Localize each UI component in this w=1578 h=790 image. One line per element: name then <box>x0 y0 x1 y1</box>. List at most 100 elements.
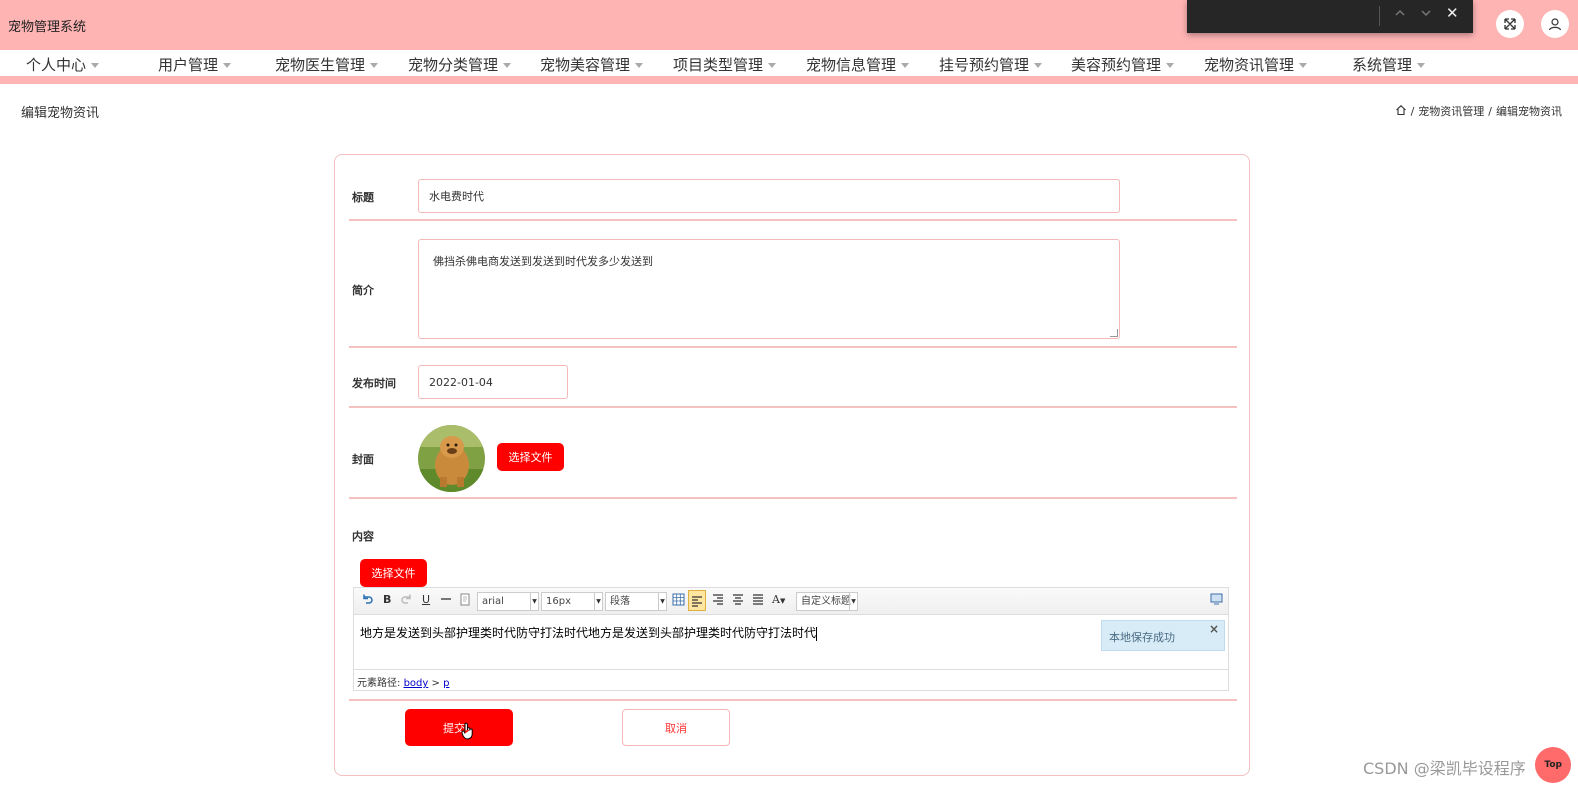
content-label: 内容 <box>352 530 374 543</box>
cover-choose-file-button[interactable]: 选择文件 <box>497 443 564 471</box>
nav-item-pet-info[interactable]: 宠物信息管理 <box>806 54 910 75</box>
horizontal-rule-icon[interactable] <box>440 593 452 608</box>
nav-item-personal-center[interactable]: 个人中心 <box>26 54 100 75</box>
nav-label: 用户管理 <box>158 56 219 74</box>
watermark: CSDN @梁凯毕设程序 <box>1363 759 1526 778</box>
caret-down-icon <box>1166 63 1175 68</box>
fullscreen-icon[interactable] <box>1210 593 1223 608</box>
home-icon[interactable] <box>1395 104 1407 119</box>
path-p-link[interactable]: p <box>443 678 449 689</box>
breadcrumb-sep: / <box>1488 104 1492 118</box>
bold-icon[interactable]: B <box>383 593 391 606</box>
save-notice: 本地保存成功 × <box>1101 620 1225 651</box>
publish-date-label: 发布时间 <box>352 377 396 390</box>
nav-item-user-management[interactable]: 用户管理 <box>158 54 232 75</box>
nav-item-pet-grooming[interactable]: 宠物美容管理 <box>540 54 644 75</box>
fullscreen-icon[interactable] <box>1496 10 1524 38</box>
editor-text: 地方是发送到头部护理类时代防守打法时代地方是发送到头部护理类时代防守打法时代 <box>360 626 817 640</box>
cover-image <box>418 425 485 492</box>
chevron-down-icon[interactable] <box>1420 7 1432 22</box>
edit-form-card: 标题 水电费时代 简介 佛挡杀佛电商发送到发送到时代发多少发送到 发布时间 20… <box>334 154 1250 776</box>
nav-label: 美容预约管理 <box>1071 56 1162 74</box>
content-choose-file-button[interactable]: 选择文件 <box>360 559 427 587</box>
breadcrumb-item-current: 编辑宠物资讯 <box>1496 105 1562 118</box>
caret-down-icon <box>370 63 379 68</box>
caret-down-icon: ▼ <box>594 593 602 610</box>
caret-down-icon <box>1299 63 1308 68</box>
publish-date-input[interactable]: 2022-01-04 <box>418 365 568 399</box>
path-label: 元素路径: <box>357 678 401 689</box>
editor-content[interactable]: 地方是发送到头部护理类时代防守打法时代地方是发送到头部护理类时代防守打法时代 <box>354 616 1228 667</box>
caret-down-icon: ▼ <box>779 597 786 605</box>
top-header: 宠物管理系统 ✕ <box>0 0 1578 50</box>
justify-icon[interactable] <box>752 593 764 608</box>
undo-icon[interactable] <box>361 593 373 608</box>
nav-divider <box>0 76 1578 84</box>
custom-title-value: 自定义标题 <box>801 596 851 607</box>
paragraph-select[interactable]: 段落 ▼ <box>605 592 667 611</box>
caret-down-icon: ▼ <box>849 593 857 610</box>
chevron-up-icon[interactable] <box>1394 7 1406 22</box>
nav-label: 挂号预约管理 <box>939 56 1030 74</box>
divider <box>349 219 1237 221</box>
caret-down-icon: ▼ <box>530 593 538 610</box>
caret-down-icon <box>901 63 910 68</box>
table-icon[interactable] <box>672 593 685 609</box>
paste-icon[interactable] <box>459 593 471 609</box>
element-path-bar: 元素路径: body > p <box>354 669 1228 690</box>
custom-title-select[interactable]: 自定义标题 ▼ <box>796 592 858 611</box>
user-icon[interactable] <box>1541 10 1569 38</box>
underline-icon[interactable]: U <box>422 593 430 606</box>
font-color-glyph: A <box>772 593 780 606</box>
nav-item-pet-news[interactable]: 宠物资讯管理 <box>1204 54 1308 75</box>
font-size-value: 16px <box>546 596 571 607</box>
nav-item-grooming-booking[interactable]: 美容预约管理 <box>1071 54 1175 75</box>
divider <box>1379 6 1380 26</box>
breadcrumb-item-news[interactable]: 宠物资讯管理 <box>1418 103 1484 119</box>
cancel-button[interactable]: 取消 <box>622 709 730 746</box>
nav-item-pet-doctor[interactable]: 宠物医生管理 <box>275 54 379 75</box>
divider <box>349 406 1237 408</box>
nav-label: 宠物分类管理 <box>408 56 499 74</box>
summary-label: 简介 <box>352 284 374 297</box>
align-left-icon[interactable] <box>688 590 706 611</box>
submit-button[interactable]: 提交 <box>405 709 513 746</box>
caret-down-icon <box>1034 63 1043 68</box>
nav-label: 宠物美容管理 <box>540 56 631 74</box>
breadcrumb-sep: / <box>1410 104 1415 118</box>
title-label: 标题 <box>352 191 374 204</box>
nav-item-system[interactable]: 系统管理 <box>1352 54 1426 75</box>
divider <box>349 346 1237 348</box>
caret-down-icon <box>223 63 232 68</box>
align-center-icon[interactable] <box>732 593 744 608</box>
caret-down-icon <box>768 63 777 68</box>
caret-down-icon <box>91 63 100 68</box>
resize-handle[interactable] <box>1110 329 1118 337</box>
summary-value: 佛挡杀佛电商发送到发送到时代发多少发送到 <box>433 255 653 268</box>
nav-label: 个人中心 <box>26 56 87 74</box>
caret-down-icon <box>1417 63 1426 68</box>
nav-item-pet-category[interactable]: 宠物分类管理 <box>408 54 512 75</box>
summary-textarea[interactable]: 佛挡杀佛电商发送到发送到时代发多少发送到 <box>418 239 1120 339</box>
close-icon[interactable]: ✕ <box>1446 4 1459 22</box>
find-bar-panel: ✕ <box>1187 0 1473 33</box>
font-size-select[interactable]: 16px ▼ <box>541 592 603 611</box>
title-input[interactable]: 水电费时代 <box>418 179 1120 213</box>
caret-down-icon: ▼ <box>658 593 666 610</box>
nav-item-registration[interactable]: 挂号预约管理 <box>939 54 1043 75</box>
align-right-icon[interactable] <box>712 593 724 608</box>
font-color-icon[interactable]: A▼ <box>772 593 785 606</box>
back-to-top-button[interactable]: Top <box>1535 747 1571 783</box>
nav-label: 宠物医生管理 <box>275 56 366 74</box>
close-icon[interactable]: × <box>1209 622 1219 636</box>
caret-down-icon <box>503 63 512 68</box>
redo-icon[interactable] <box>401 593 413 608</box>
path-body-link[interactable]: body <box>404 678 429 689</box>
divider <box>349 699 1237 701</box>
app-title: 宠物管理系统 <box>8 20 87 35</box>
font-family-select[interactable]: arial ▼ <box>477 592 539 611</box>
font-family-value: arial <box>482 596 504 607</box>
nav-item-project-type[interactable]: 项目类型管理 <box>673 54 777 75</box>
cover-label: 封面 <box>352 453 374 466</box>
rich-text-editor: B U arial ▼ 16px ▼ 段落 ▼ A▼ 自定义标题 ▼ 地方是发送… <box>353 587 1229 691</box>
